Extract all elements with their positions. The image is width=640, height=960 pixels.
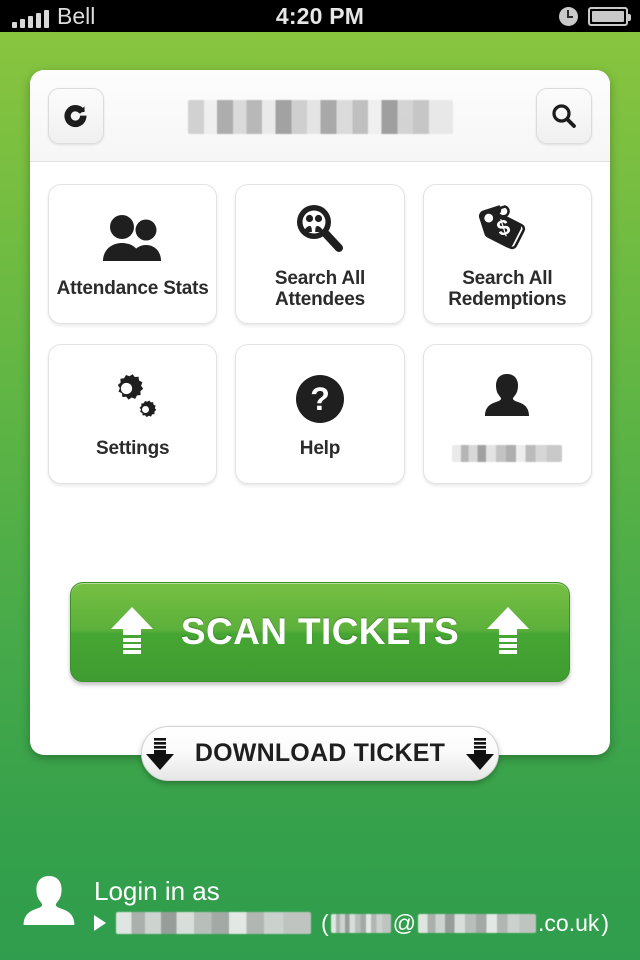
alarm-clock-icon bbox=[559, 6, 578, 26]
redacted-title-text bbox=[187, 100, 453, 134]
redacted-tile-label bbox=[452, 444, 563, 462]
scan-tickets-label: SCAN TICKETS bbox=[180, 611, 460, 652]
login-user-row[interactable]: ( @ .co.uk ) bbox=[94, 909, 610, 936]
magnifier-people-icon bbox=[291, 198, 349, 260]
phone-screen: Bell 4:20 PM Attendance Stats Search All… bbox=[0, 0, 640, 960]
download-ticket-button[interactable]: DOWNLOAD TICKET bbox=[141, 726, 499, 781]
question-mark-circle-icon: ? bbox=[292, 368, 348, 430]
tile-label: Settings bbox=[95, 438, 170, 460]
login-email: ( @ .co.uk ) bbox=[321, 909, 610, 936]
login-footer: Login in as ( @ .co.uk ) bbox=[0, 850, 640, 960]
toolbar-title bbox=[126, 98, 514, 136]
tile-user-account[interactable] bbox=[422, 344, 592, 484]
redacted-email-domain bbox=[418, 913, 537, 933]
status-bar: Bell 4:20 PM bbox=[0, 0, 640, 32]
redacted-user-name bbox=[116, 912, 311, 934]
status-bar-clock: 4:20 PM bbox=[275, 2, 365, 29]
status-bar-right bbox=[559, 6, 640, 26]
search-icon bbox=[549, 101, 579, 131]
tile-settings[interactable]: Settings bbox=[48, 344, 218, 484]
tile-label: Help bbox=[299, 438, 341, 460]
tile-search-all-redemptions[interactable]: $ Search All Redemptions bbox=[422, 184, 592, 324]
download-arrow-icon bbox=[465, 736, 495, 772]
login-as-label: Login in as bbox=[94, 875, 220, 906]
email-close-paren: ) bbox=[601, 909, 610, 936]
download-ticket-label: DOWNLOAD TICKET bbox=[194, 739, 446, 767]
tile-label: Search All Redemptions bbox=[448, 267, 567, 310]
tile-help[interactable]: ? Help bbox=[235, 344, 405, 484]
refresh-icon bbox=[61, 101, 91, 131]
tile-search-all-attendees[interactable]: Search All Attendees bbox=[235, 184, 405, 324]
upload-arrow-icon bbox=[109, 605, 155, 659]
refresh-button[interactable] bbox=[48, 87, 104, 144]
battery-full-icon bbox=[588, 6, 631, 26]
tile-attendance-stats[interactable]: Attendance Stats bbox=[48, 184, 218, 324]
main-card: Attendance Stats Search All Attendees $ … bbox=[30, 70, 610, 755]
svg-text:?: ? bbox=[310, 381, 330, 417]
two-people-icon bbox=[100, 208, 166, 270]
tile-label: Attendance Stats bbox=[56, 278, 209, 300]
login-info: Login in as ( @ .co.uk ) bbox=[94, 876, 609, 935]
person-icon bbox=[481, 367, 533, 429]
email-open-paren: ( bbox=[321, 909, 329, 936]
search-button[interactable] bbox=[536, 87, 592, 144]
scan-tickets-button[interactable]: SCAN TICKETS bbox=[70, 582, 570, 682]
upload-arrow-icon bbox=[485, 605, 531, 659]
download-arrow-icon bbox=[145, 736, 175, 772]
gears-icon bbox=[103, 368, 163, 430]
card-toolbar bbox=[30, 70, 610, 162]
tile-grid: Attendance Stats Search All Attendees $ … bbox=[30, 162, 610, 484]
person-avatar-icon bbox=[18, 870, 80, 940]
email-at-symbol: @ bbox=[392, 909, 417, 936]
email-domain-suffix: .co.uk bbox=[538, 909, 600, 936]
tile-label: Search All Attendees bbox=[274, 267, 366, 310]
play-triangle-icon bbox=[94, 915, 106, 931]
redacted-email-local bbox=[330, 913, 391, 933]
price-tag-dollar-icon: $ bbox=[476, 198, 538, 260]
